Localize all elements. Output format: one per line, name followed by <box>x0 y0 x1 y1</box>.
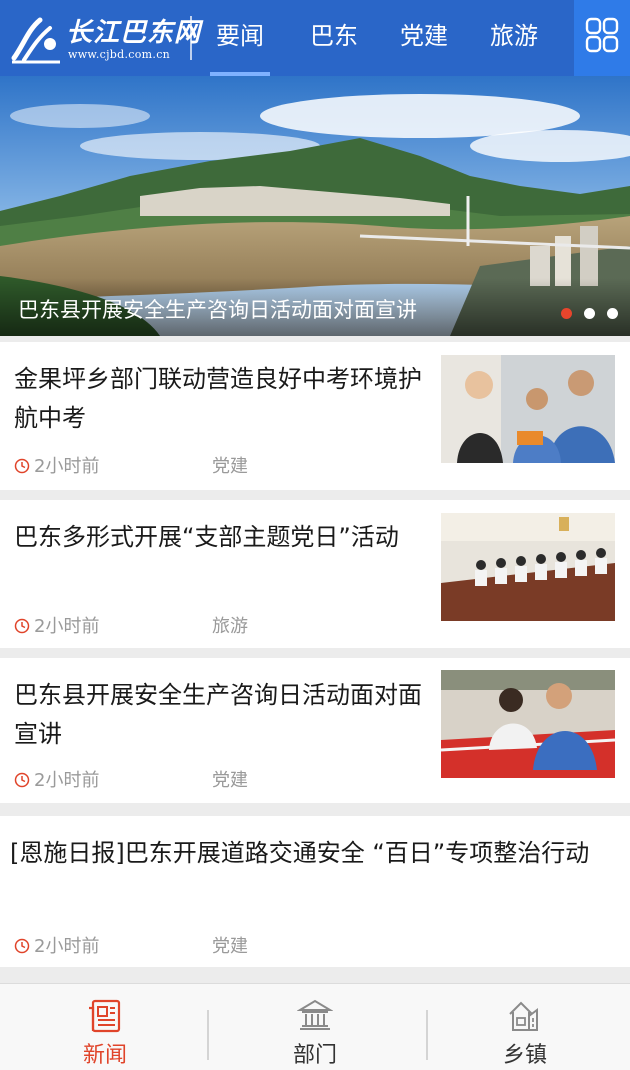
news-title: 巴东多形式开展“支部主题党日”活动 <box>14 523 399 551</box>
news-title: [恩施日报]巴东开展道路交通安全 “百日”专项整治行动 <box>10 839 590 867</box>
news-list-item[interactable]: 金果坪乡部门联动营造良好中考环境护航中考 2小时前 党建 <box>0 342 630 490</box>
carousel-dot[interactable] <box>607 308 618 319</box>
news-category: 旅游 <box>212 616 248 637</box>
carousel-dots <box>549 304 618 319</box>
logo-url: www.cjbd.com.cn <box>68 48 171 61</box>
tabbar-towns[interactable]: 乡镇 <box>420 984 630 1070</box>
newspaper-icon <box>89 999 121 1033</box>
news-list-item[interactable]: [恩施日报]巴东开展道路交通安全 “百日”专项整治行动 2小时前 党建 <box>0 816 630 967</box>
tabbar-news-label: 新闻 <box>82 1043 127 1068</box>
clock-icon <box>14 938 30 954</box>
top-header: 长江巴东网 www.cjbd.com.cn 要闻 巴东 党建 旅游 <box>0 0 630 76</box>
news-title: 巴东县开展安全生产咨询日活动面对面宣讲 <box>14 681 422 748</box>
news-thumbnail <box>441 670 615 778</box>
news-category: 党建 <box>212 456 248 477</box>
news-time: 2小时前 <box>34 770 100 791</box>
news-meta: 2小时前 党建 <box>14 932 248 958</box>
news-thumbnail <box>441 513 615 621</box>
carousel-dot[interactable] <box>584 308 595 319</box>
headline-banner[interactable]: 巴东县开展安全生产咨询日活动面对面宣讲 <box>0 76 630 336</box>
logo-title: 长江巴东网 <box>66 18 202 48</box>
news-meta: 2小时前 党建 <box>14 766 248 792</box>
logo-mark-icon <box>11 17 60 64</box>
news-time: 2小时前 <box>34 456 100 477</box>
tab-lvyou[interactable]: 旅游 <box>482 0 546 76</box>
grid-icon <box>585 17 619 53</box>
town-house-icon <box>509 1001 538 1031</box>
news-time: 2小时前 <box>34 616 100 637</box>
clock-icon <box>14 458 30 474</box>
news-meta: 2小时前 旅游 <box>14 612 248 638</box>
tabbar-news[interactable]: 新闻 <box>0 984 210 1070</box>
clock-icon <box>14 772 30 788</box>
news-list-item[interactable]: 巴东多形式开展“支部主题党日”活动 2小时前 旅游 <box>0 500 630 648</box>
news-meta: 2小时前 党建 <box>14 452 248 478</box>
bottom-tab-bar: 新闻 部门 乡镇 <box>0 983 630 1070</box>
news-thumbnail <box>441 355 615 463</box>
site-logo[interactable]: 长江巴东网 www.cjbd.com.cn <box>8 8 200 68</box>
tab-separator <box>207 1010 209 1060</box>
header-divider <box>190 16 192 60</box>
clock-icon <box>14 618 30 634</box>
channel-menu-button[interactable] <box>574 0 630 76</box>
app-page: 长江巴东网 www.cjbd.com.cn 要闻 巴东 党建 旅游 巴东县开展安… <box>0 0 630 1070</box>
banner-caption: 巴东县开展安全生产咨询日活动面对面宣讲 <box>18 298 417 322</box>
tab-badong[interactable]: 巴东 <box>302 0 366 76</box>
news-category: 党建 <box>212 936 248 957</box>
government-building-icon <box>297 999 333 1030</box>
news-time: 2小时前 <box>34 936 100 957</box>
news-list-item[interactable]: 巴东县开展安全生产咨询日活动面对面宣讲 2小时前 党建 <box>0 658 630 803</box>
tabbar-towns-label: 乡镇 <box>502 1043 547 1068</box>
tabbar-departments-label: 部门 <box>292 1043 337 1068</box>
tabbar-departments[interactable]: 部门 <box>210 984 420 1070</box>
carousel-dot[interactable] <box>561 308 572 319</box>
news-category: 党建 <box>212 770 248 791</box>
tab-yaowen[interactable]: 要闻 <box>208 0 272 76</box>
news-title: 金果坪乡部门联动营造良好中考环境护航中考 <box>14 365 422 432</box>
tab-dangjian[interactable]: 党建 <box>392 0 456 76</box>
